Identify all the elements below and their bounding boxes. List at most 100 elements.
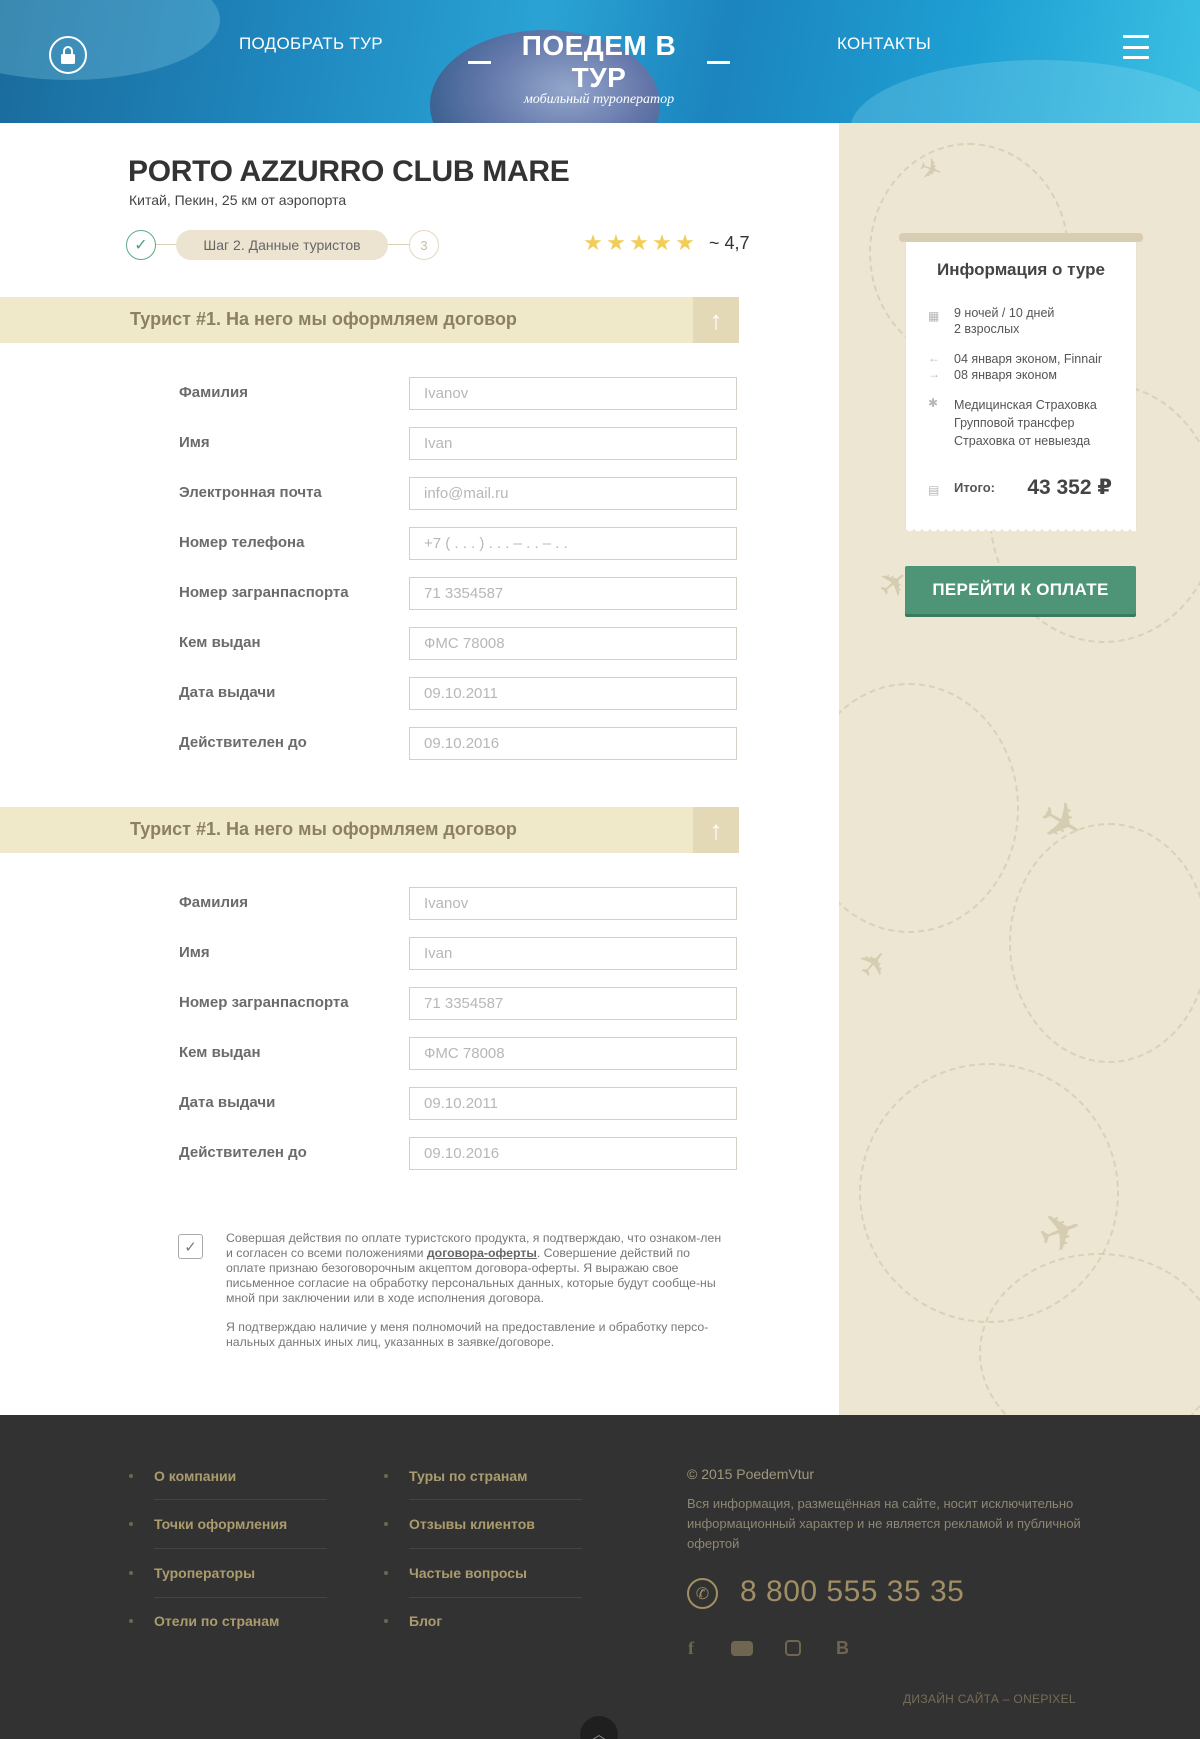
star-icon: ★ [583,230,603,255]
footer-link-reviews[interactable]: Отзывы клиентов [409,1516,535,1532]
tourist-2-header[interactable]: Турист #1. На него мы оформляем договор … [0,807,739,853]
design-credit[interactable]: ДИЗАЙН САЙТА – ONEPIXEL [903,1692,1076,1706]
water-wave [0,0,220,80]
email-input[interactable]: info@mail.ru [409,477,737,510]
field-label-valid-until: Действителен до [179,1144,307,1161]
card-roll [899,233,1143,242]
footer-description: Вся информация, размещённая на сайте, но… [687,1496,1081,1551]
issue-date-input[interactable]: 09.10.2011 [409,677,737,710]
footer-link-faq[interactable]: Частые вопросы [409,1565,527,1581]
divider [409,1548,582,1549]
services: Медицинская Страховка Групповой трансфер… [954,396,1097,450]
facebook-icon[interactable]: f [688,1638,694,1659]
hotel-location: Китай, Пекин, 25 км от аэропорта [129,192,347,208]
tour-info-card: Информация о туре ▦ 9 ночей / 10 дней 2 … [899,233,1143,534]
offer-contract-link[interactable]: договора-оферты [427,1246,537,1260]
hotel-rating: ★ ★ ★ ★ ★ ~ 4,7 [582,230,749,256]
star-icon: ★ [629,230,649,255]
tourist-1-title: Турист #1. На него мы оформляем договор [130,309,517,329]
step-3[interactable]: 3 [409,230,439,260]
field-label-issued-by: Кем выдан [179,634,261,651]
field-label-issued-by: Кем выдан [179,1044,261,1061]
service-medical: Медицинская Страховка [954,398,1097,412]
lock-icon-svg [61,46,75,64]
list-bullet [384,1522,388,1526]
youtube-icon[interactable] [731,1641,753,1656]
nav-contacts[interactable]: КОНТАКТЫ [837,34,931,54]
footer-link-tours[interactable]: Туры по странам [409,1468,528,1484]
total-label: Итого: [954,480,995,495]
name-input[interactable]: Ivan [409,937,737,970]
list-bullet [384,1474,388,1478]
issued-by-input[interactable]: ФМС 78008 [409,1037,737,1070]
go-to-payment-button[interactable]: ПЕРЕЙТИ К ОПЛАТЕ [905,566,1136,614]
instagram-icon[interactable] [785,1640,801,1656]
vk-icon[interactable]: B [836,1638,849,1659]
flights: 04 января эконом, Finnair 08 января экон… [954,351,1102,383]
nav-choose-tour[interactable]: ПОДОБРАТЬ ТУР [239,34,383,54]
tourist-1-header[interactable]: Турист #1. На него мы оформляем договор … [0,297,739,343]
hotel-name: PORTO AZZURRO CLUB MARE [128,155,570,188]
logo-dash [707,60,730,64]
field-label-surname: Фамилия [179,384,248,401]
footer-link-operators[interactable]: Туроператоры [154,1565,255,1581]
divider [409,1597,582,1598]
tour-info-title: Информация о туре [937,260,1105,279]
issue-date-input[interactable]: 09.10.2011 [409,1087,737,1120]
name-input[interactable]: Ivan [409,427,737,460]
surname-input[interactable]: Ivanov [409,377,737,410]
phone-input[interactable]: +7 ( . . . ) . . . – . . – . . [409,527,737,560]
logo-title: ПОЕДЕМ В ТУР [448,30,750,94]
flight-back: 08 января эконом [954,368,1057,382]
collapse-arrow-up-icon[interactable]: ↑ [693,297,739,343]
list-bullet [129,1571,133,1575]
list-bullet [384,1571,388,1575]
card-zigzag-edge [906,527,1136,534]
field-label-name: Имя [179,944,210,961]
total-price: 43 352 ₽ [1027,476,1112,499]
issued-by-input[interactable]: ФМС 78008 [409,627,737,660]
list-bullet [129,1619,133,1623]
footer-link-offices[interactable]: Точки оформления [154,1516,287,1532]
step-2-current: Шаг 2. Данные туристов [176,230,388,260]
passport-input[interactable]: 71 3354587 [409,987,737,1020]
logo-subtitle: мобильный туроператор [523,92,675,107]
field-label-passport: Номер загранпаспорта [179,584,349,601]
authority-confirmation-text: Я подтверждаю наличие у меня полномочий … [226,1320,709,1349]
logo-dash [468,60,491,64]
star-icon: ★ [675,230,695,255]
divider [154,1499,327,1500]
list-bullet [129,1474,133,1478]
star-icon: ★ [606,230,626,255]
list-bullet [384,1619,388,1623]
duration-nights: 9 ночей / 10 дней [954,306,1055,320]
divider [154,1548,327,1549]
map-trail [1009,823,1200,1063]
agreement-checkbox[interactable]: ✓ [178,1234,203,1259]
field-label-surname: Фамилия [179,894,248,911]
passport-input[interactable]: 71 3354587 [409,577,737,610]
flight-arrows-icon: ← → [928,351,940,381]
field-label-email: Электронная почта [179,484,322,501]
tourist-2-title: Турист #1. На него мы оформляем договор [130,819,517,839]
lock-icon[interactable] [49,36,87,74]
guests-count: 2 взрослых [954,322,1020,336]
footer-link-hotels[interactable]: Отели по странам [154,1613,279,1629]
surname-input[interactable]: Ivanov [409,887,737,920]
service-cancel-insurance: Страховка от невыезда [954,434,1091,448]
valid-until-input[interactable]: 09.10.2016 [409,1137,737,1170]
footer-link-blog[interactable]: Блог [409,1613,442,1629]
list-bullet [129,1522,133,1526]
copyright: © 2015 PoedemVtur [687,1466,815,1482]
valid-until-input[interactable]: 09.10.2016 [409,727,737,760]
hamburger-menu-icon[interactable] [1123,35,1149,59]
step-1-check-icon[interactable]: ✓ [126,230,156,260]
flight-out: 04 января эконом, Finnair [954,352,1103,366]
phone-number[interactable]: 8 800 555 35 35 [740,1575,964,1609]
logo[interactable]: ПОЕДЕМ В ТУР мобильный туроператор [448,30,750,108]
footer-link-about[interactable]: О компании [154,1468,236,1484]
services-icon: ✱ [928,396,939,410]
logo-title-text: ПОЕДЕМ В ТУР [521,30,677,93]
money-icon: ▤ [928,483,940,497]
collapse-arrow-up-icon[interactable]: ↑ [693,807,739,853]
